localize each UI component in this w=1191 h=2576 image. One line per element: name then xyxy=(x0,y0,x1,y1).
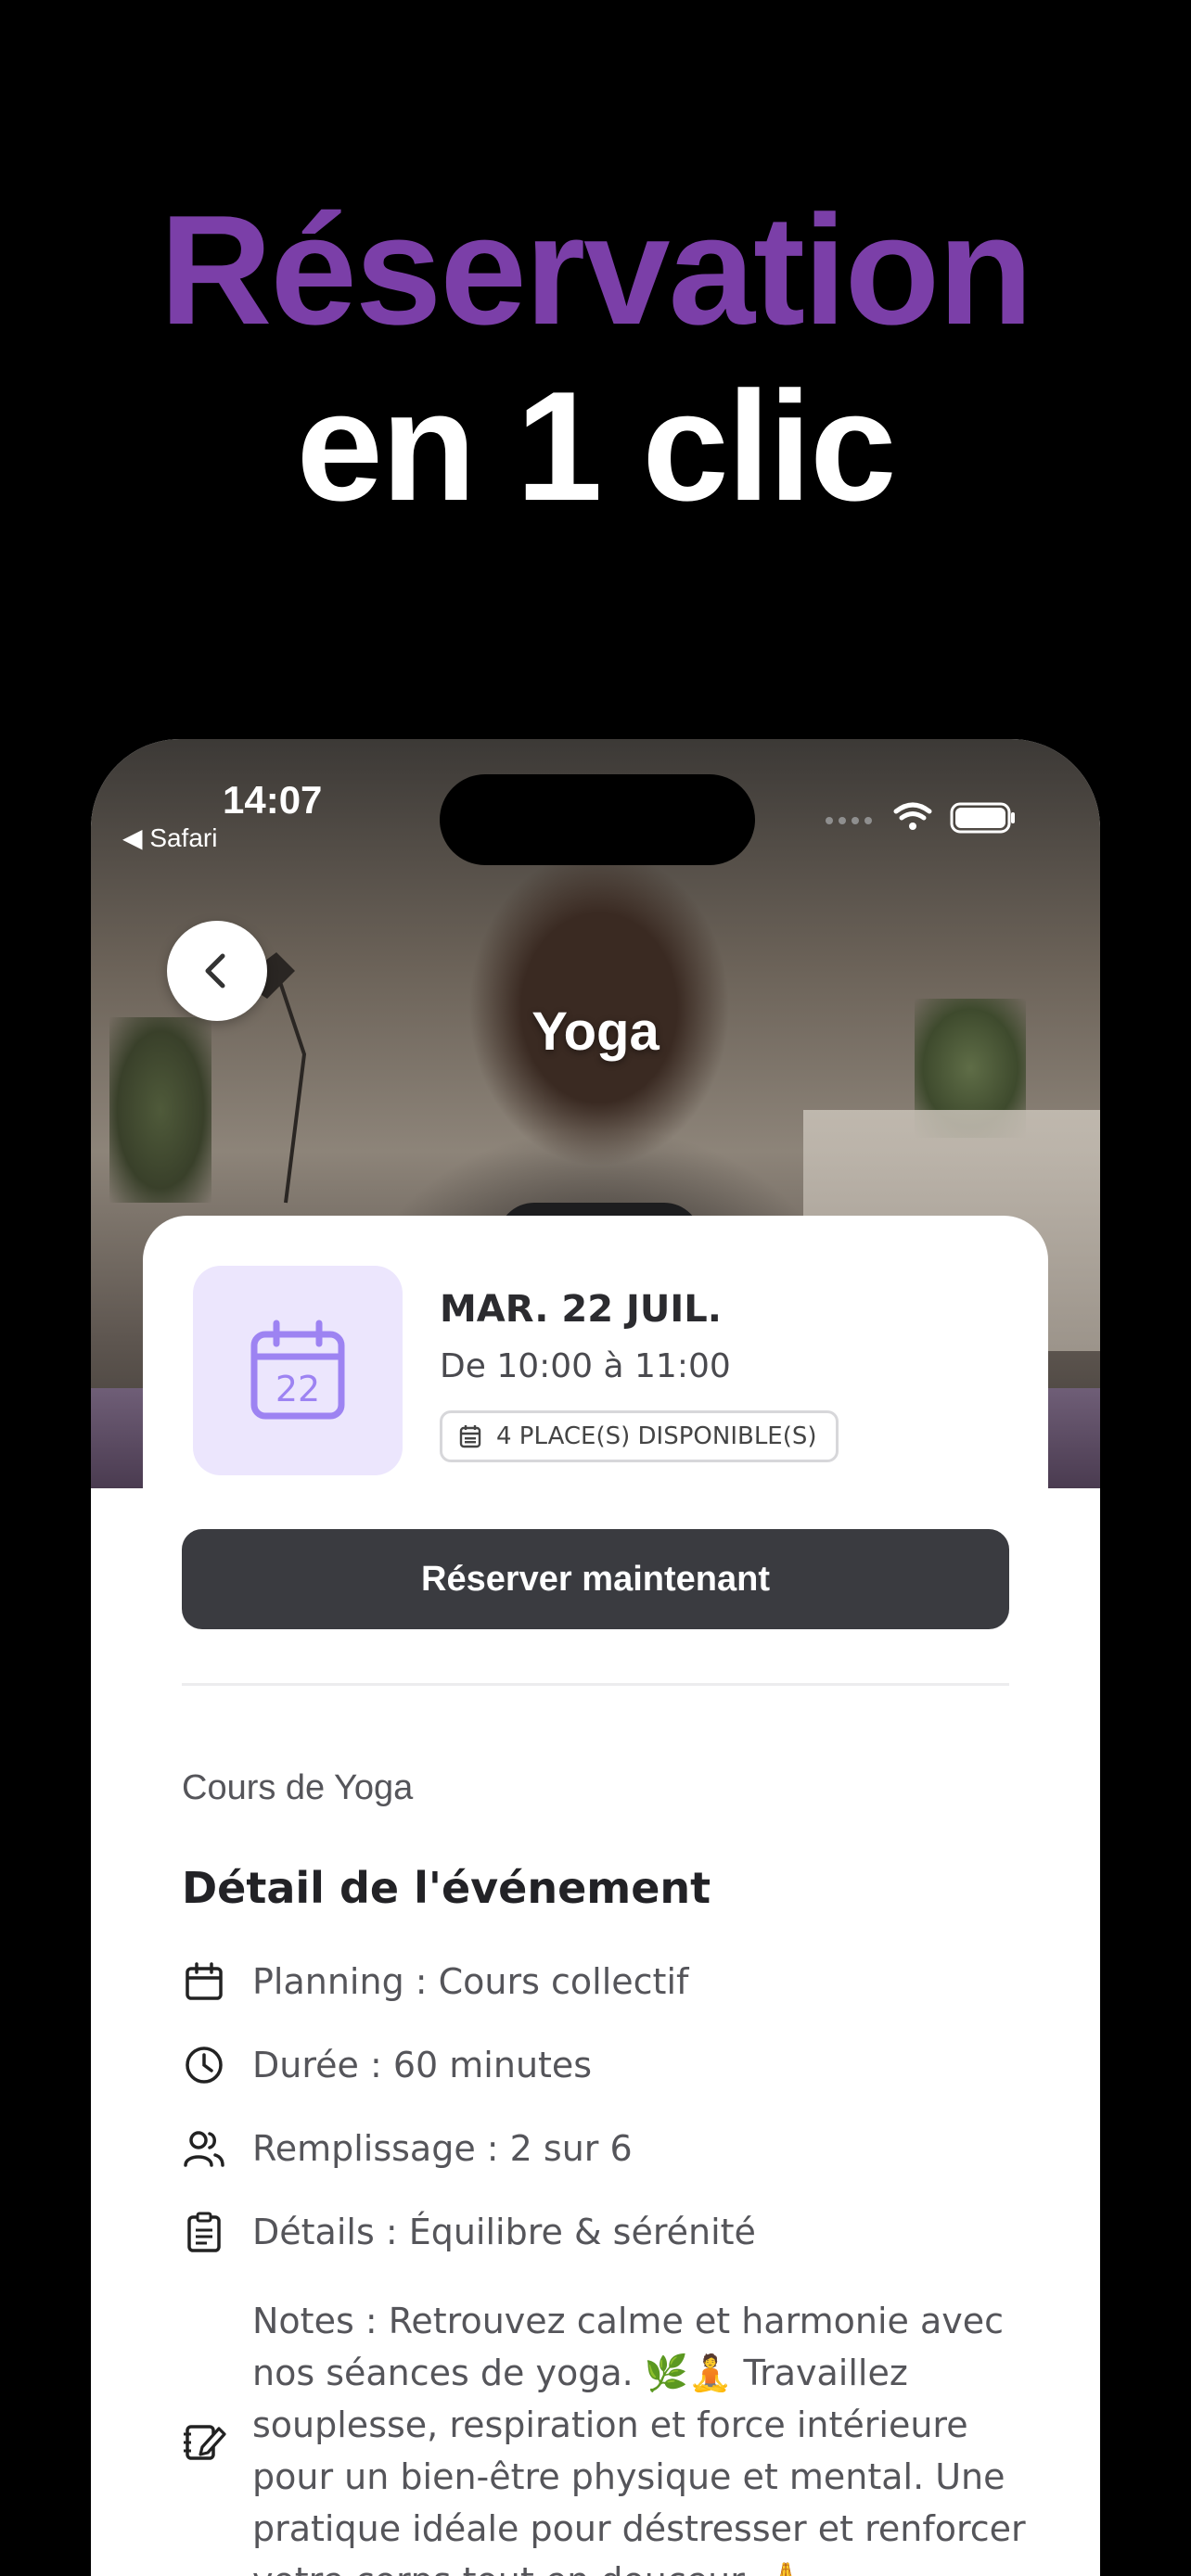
marketing-headline: Réservation en 1 clic xyxy=(0,182,1191,534)
places-badge-label: 4 PLACE(S) DISPONIBLE(S) xyxy=(496,1422,817,1450)
detail-duration-text: Durée : 60 minutes xyxy=(252,2045,593,2085)
detail-filling-text: Remplissage : 2 sur 6 xyxy=(252,2128,633,2169)
users-icon xyxy=(182,2126,226,2171)
calendar-day: 22 xyxy=(275,1369,320,1409)
page-title: Yoga xyxy=(531,1001,660,1062)
back-to-safari-link[interactable]: ◀ Safari xyxy=(122,823,217,853)
divider xyxy=(182,1683,1009,1686)
course-name: Cours de Yoga xyxy=(182,1768,414,1807)
headline-line-2: en 1 clic xyxy=(296,359,896,533)
detail-filling: Remplissage : 2 sur 6 xyxy=(182,2121,1054,2176)
signal-icon xyxy=(826,817,872,824)
event-date: MAR. 22 JUIL. xyxy=(440,1288,722,1331)
headline-line-1: Réservation xyxy=(160,183,1033,357)
status-icons xyxy=(826,802,1015,834)
clipboard-icon xyxy=(182,2210,226,2254)
battery-icon xyxy=(950,802,1015,834)
chevron-left-icon xyxy=(205,953,225,988)
wifi-icon xyxy=(893,802,932,830)
notes-edit-icon xyxy=(184,2425,226,2460)
status-time: 14:07 xyxy=(223,778,323,822)
dynamic-island xyxy=(440,774,755,865)
detail-details-text: Détails : Équilibre & sérénité xyxy=(252,2212,756,2252)
event-details-title: Détail de l'événement xyxy=(182,1863,711,1913)
places-badge: 4 PLACE(S) DISPONIBLE(S) xyxy=(440,1410,839,1462)
calendar-small-icon xyxy=(459,1425,481,1448)
event-time-range: De 10:00 à 11:00 xyxy=(440,1347,731,1385)
phone-screen: 14:07 ◀ Safari Yoga 22 MAR. 22 JUIL. De … xyxy=(91,739,1100,2576)
calendar-tile: 22 xyxy=(193,1266,403,1475)
detail-details: Détails : Équilibre & sérénité xyxy=(182,2204,1054,2260)
detail-planning: Planning : Cours collectif xyxy=(182,1954,1054,2009)
clock-icon xyxy=(182,2043,226,2087)
calendar-outline-icon xyxy=(182,1959,226,2004)
detail-planning-text: Planning : Cours collectif xyxy=(252,1961,689,2002)
detail-duration: Durée : 60 minutes xyxy=(182,2037,1054,2093)
calendar-icon: 22 xyxy=(250,1320,345,1420)
reserve-now-button[interactable]: Réserver maintenant xyxy=(182,1529,1009,1629)
detail-notes-text: Notes : Retrouvez calme et harmonie avec… xyxy=(252,2301,1026,2576)
